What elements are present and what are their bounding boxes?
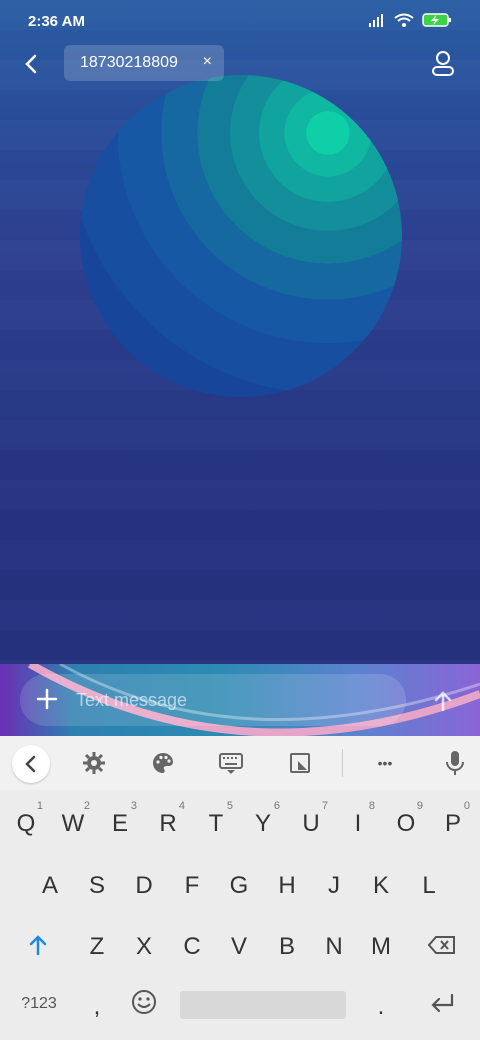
contact-icon: [432, 51, 454, 76]
wallpaper: [0, 0, 480, 736]
key-c[interactable]: C: [172, 933, 212, 961]
key-label: Y: [254, 810, 271, 837]
clipboard-icon: [290, 753, 310, 773]
key-w[interactable]: W2: [53, 800, 93, 838]
key-label: W: [61, 810, 85, 837]
keyboard-icon: [219, 753, 243, 774]
composer-bar: Text message: [0, 664, 480, 736]
planet-graphic: [80, 75, 402, 397]
period-key[interactable]: .: [361, 993, 401, 1021]
back-button[interactable]: [18, 50, 46, 78]
key-q[interactable]: Q1: [6, 800, 46, 838]
shift-key[interactable]: [18, 933, 58, 964]
backspace-icon: [427, 936, 455, 954]
status-time: 2:36 AM: [28, 13, 85, 30]
keyboard: ••• Q1 W2 E3 R4 T5 Y6 U7 I8 O9 P0 A S D …: [0, 736, 480, 1040]
key-x[interactable]: X: [124, 933, 164, 961]
key-s[interactable]: S: [77, 872, 117, 900]
recipient-chip[interactable]: 18730218809 ×: [64, 45, 224, 81]
voice-input-button[interactable]: [440, 748, 470, 778]
key-number: 5: [226, 800, 233, 812]
theme-button[interactable]: [148, 748, 178, 778]
key-k[interactable]: K: [361, 872, 401, 900]
key-e[interactable]: E3: [100, 800, 140, 838]
wifi-icon: [394, 13, 414, 27]
symbols-key[interactable]: ?123: [14, 995, 64, 1013]
key-u[interactable]: U7: [291, 800, 331, 838]
contact-button[interactable]: [428, 48, 458, 78]
key-number: 3: [130, 800, 137, 812]
key-label: E: [111, 810, 128, 837]
key-a[interactable]: A: [30, 872, 70, 900]
gear-icon: [83, 752, 105, 774]
key-j[interactable]: J: [314, 872, 354, 900]
key-y[interactable]: Y6: [243, 800, 283, 838]
back-arrow-icon: [25, 54, 37, 74]
add-attachment-icon[interactable]: [34, 686, 60, 712]
key-number: 7: [321, 800, 328, 812]
microphone-icon: [446, 751, 464, 775]
key-label: I: [354, 810, 362, 837]
enter-icon: [431, 993, 454, 1013]
remove-recipient-icon[interactable]: ×: [203, 53, 212, 71]
key-z[interactable]: Z: [77, 933, 117, 961]
key-number: 6: [273, 800, 280, 812]
battery-charging-icon: [422, 13, 451, 27]
status-icons: [368, 12, 452, 28]
key-r[interactable]: R4: [148, 800, 188, 838]
keyboard-back-button[interactable]: [12, 745, 50, 783]
key-n[interactable]: N: [314, 933, 354, 961]
key-d[interactable]: D: [124, 872, 164, 900]
key-number: 8: [368, 800, 375, 812]
more-button[interactable]: •••: [370, 748, 400, 778]
key-b[interactable]: B: [267, 933, 307, 961]
key-number: 4: [178, 800, 185, 812]
key-label: P: [444, 810, 461, 837]
signal-icon: [369, 14, 383, 27]
shift-arrow-icon: [29, 935, 47, 956]
clipboard-button[interactable]: [285, 748, 315, 778]
key-l[interactable]: L: [409, 872, 449, 900]
key-p[interactable]: P0: [433, 800, 473, 838]
key-t[interactable]: T5: [196, 800, 236, 838]
emoji-key[interactable]: [124, 989, 164, 1022]
key-i[interactable]: I8: [338, 800, 378, 838]
palette-icon: [153, 753, 173, 773]
message-placeholder: Text message: [76, 690, 188, 710]
key-number: 9: [416, 800, 423, 812]
status-bar: 2:36 AM: [0, 0, 480, 42]
key-number: 2: [83, 800, 90, 812]
key-number: 1: [36, 800, 43, 812]
message-input[interactable]: Text message: [20, 674, 406, 726]
keyboard-toolbar: •••: [0, 736, 480, 790]
keyboard-mode-button[interactable]: [216, 748, 246, 778]
key-label: O: [396, 810, 416, 837]
space-key[interactable]: [180, 991, 346, 1019]
toolbar-divider: [342, 749, 343, 777]
emoji-icon: [132, 990, 156, 1014]
key-v[interactable]: V: [219, 933, 259, 961]
chevron-left-icon: [25, 755, 36, 773]
key-g[interactable]: G: [219, 872, 259, 900]
key-label: U: [302, 810, 320, 837]
key-f[interactable]: F: [172, 872, 212, 900]
key-label: Q: [16, 810, 36, 837]
enter-key[interactable]: [422, 991, 462, 1022]
key-h[interactable]: H: [267, 872, 307, 900]
key-o[interactable]: O9: [386, 800, 426, 838]
settings-button[interactable]: [79, 748, 109, 778]
send-icon[interactable]: [430, 688, 456, 714]
key-m[interactable]: M: [361, 933, 401, 961]
backspace-key[interactable]: [422, 933, 462, 964]
key-number: 0: [463, 800, 470, 812]
recipient-number: 18730218809: [80, 54, 178, 71]
conversation-header: 18730218809 ×: [0, 42, 480, 86]
comma-key[interactable]: ,: [77, 993, 117, 1021]
key-label: R: [159, 810, 177, 837]
key-label: T: [208, 810, 224, 837]
